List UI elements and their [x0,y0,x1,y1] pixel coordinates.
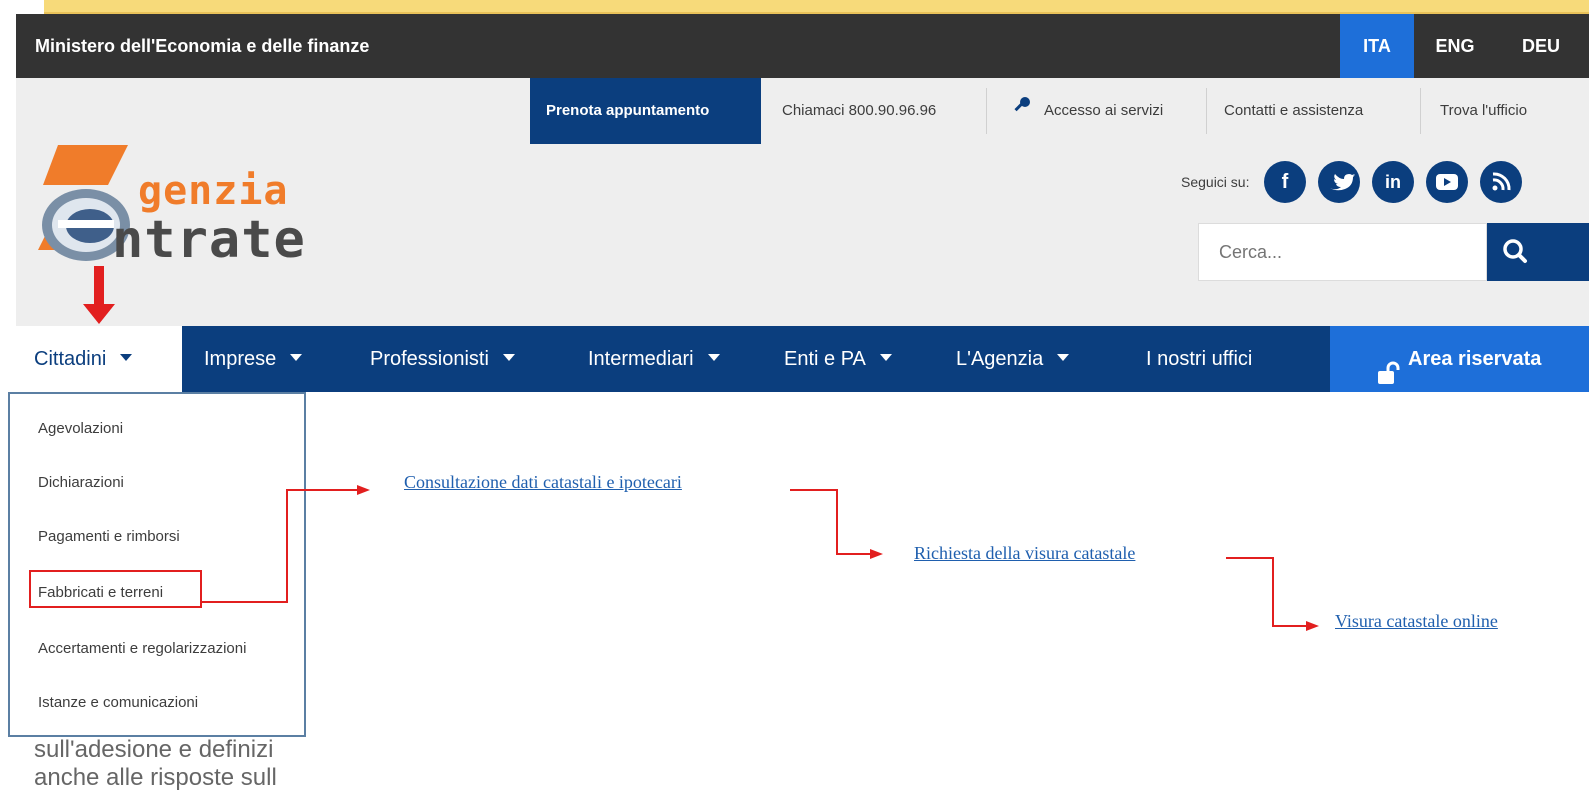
annotation-arrowhead [870,549,883,559]
util-divider [986,88,987,134]
linkedin-icon[interactable]: in [1372,161,1414,203]
annotation-arrowhead-down [83,304,115,324]
annotation-line [286,489,358,491]
annotation-arrow-down [94,266,104,306]
youtube-icon[interactable] [1426,161,1468,203]
logo-text-ntrate: ntrate [112,210,306,270]
contatti-assistenza-link[interactable]: Contatti e assistenza [1208,78,1379,144]
lang-ita[interactable]: ITA [1340,14,1414,78]
annotation-line [202,601,288,603]
lang-deu[interactable]: DEU [1496,14,1589,78]
nav-enti-pa-label: Enti e PA [784,348,866,370]
notice-strip [44,0,1589,14]
accesso-servizi-link[interactable]: Accesso ai servizi [996,78,1179,144]
annotation-line [790,489,838,491]
chevron-down-icon [120,354,133,362]
annotation-arrowhead [1306,621,1319,631]
key-icon [1012,78,1032,144]
link-consultazione-dati-catastali[interactable]: Consultazione dati catastali e ipotecari [404,472,682,493]
area-riservata-button[interactable]: Area riservata [1330,326,1589,392]
logo-text-genzia: genzia [138,168,289,214]
search-button[interactable] [1487,223,1589,281]
link-richiesta-visura-catastale[interactable]: Richiesta della visura catastale [914,543,1135,564]
lang-eng[interactable]: ENG [1418,14,1492,78]
trova-ufficio-link[interactable]: Trova l'ufficio [1424,78,1543,144]
annotation-line [286,489,288,603]
nav-intermediari[interactable]: Intermediari [588,326,720,392]
twitter-icon[interactable] [1318,161,1360,203]
util-divider [1206,88,1207,134]
dropdown-item-dichiarazioni[interactable]: Dichiarazioni [38,474,124,491]
cittadini-dropdown: Agevolazioni Dichiarazioni Pagamenti e r… [8,392,306,737]
nav-cittadini[interactable]: Cittadini [34,326,133,392]
util-divider [1420,88,1421,134]
chevron-down-icon [502,354,515,362]
chiamaci-link[interactable]: Chiamaci 800.90.96.96 [766,78,952,144]
search-field [1198,223,1487,281]
nav-cittadini-label: Cittadini [34,348,107,370]
background-text-line: anche alle risposte sull [34,764,277,791]
dropdown-item-accertamenti[interactable]: Accertamenti e regolarizzazioni [38,640,246,657]
chevron-down-icon [290,354,303,362]
nav-enti-pa[interactable]: Enti e PA [784,326,892,392]
search-input[interactable] [1199,224,1486,280]
seguici-label: Seguici su: [1181,174,1250,190]
dropdown-item-pagamenti-rimborsi[interactable]: Pagamenti e rimborsi [38,528,180,545]
rss-icon[interactable] [1480,161,1522,203]
search-icon [1503,239,1527,263]
annotation-highlight-box [29,570,202,608]
ministry-link[interactable]: Ministero dell'Economia e delle finanze [35,14,369,78]
dropdown-item-istanze-comunicazioni[interactable]: Istanze e comunicazioni [38,694,198,711]
nav-imprese-label: Imprese [204,348,277,370]
prenota-appuntamento-button[interactable]: Prenota appuntamento [530,78,761,144]
nav-professionisti[interactable]: Professionisti [370,326,515,392]
facebook-icon[interactable]: f [1264,161,1306,203]
chevron-down-icon [879,354,892,362]
link-visura-catastale-online[interactable]: Visura catastale online [1335,611,1498,632]
chevron-down-icon [1057,354,1070,362]
annotation-line [836,489,838,555]
unlock-icon [1376,346,1402,412]
nav-intermediari-label: Intermediari [588,348,694,370]
accesso-servizi-label: Accesso ai servizi [1044,102,1164,119]
area-riservata-label: Area riservata [1408,348,1542,370]
dropdown-item-agevolazioni[interactable]: Agevolazioni [38,420,123,437]
chevron-down-icon [707,354,720,362]
nav-agenzia[interactable]: L'Agenzia [956,326,1070,392]
annotation-arrowhead [357,485,370,495]
nav-nostri-uffici[interactable]: I nostri uffici [1146,326,1252,392]
annotation-line [1226,557,1274,559]
annotation-line [836,553,872,555]
annotation-line [1272,557,1274,627]
ministry-bar: Ministero dell'Economia e delle finanze … [16,14,1589,78]
annotation-line [1272,625,1308,627]
nav-agenzia-label: L'Agenzia [956,348,1044,370]
nav-imprese[interactable]: Imprese [204,326,303,392]
nav-professionisti-label: Professionisti [370,348,489,370]
background-text-line: sull'adesione e definizi [34,736,274,763]
